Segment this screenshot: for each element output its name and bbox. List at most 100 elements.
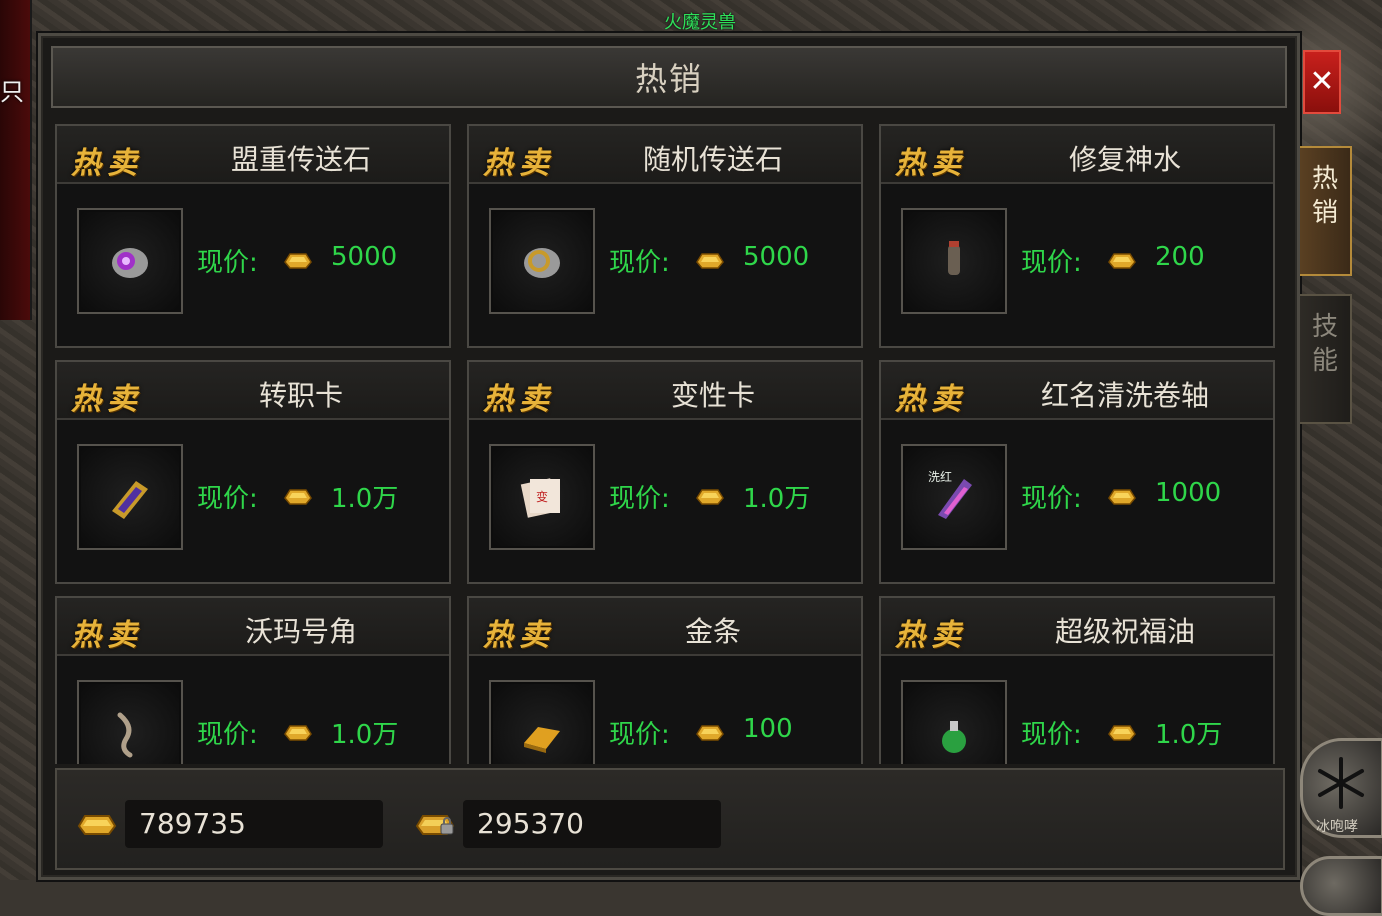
gold-ingot-icon <box>696 725 724 741</box>
hot-sale-badge: 热卖 <box>895 382 967 417</box>
window-title: 热销 <box>634 60 703 98</box>
price-value: 100 <box>743 714 793 744</box>
hot-sale-badge: 热卖 <box>483 618 555 653</box>
shop-item-card[interactable]: 热卖 随机传送石 现价: 5000 <box>467 124 863 348</box>
price-value: 1000 <box>1155 478 1222 508</box>
price-label: 现价: <box>197 484 258 514</box>
item-card-header: 热卖 沃玛号角 <box>57 598 449 656</box>
svg-text:变: 变 <box>536 489 548 504</box>
price-value: 200 <box>1155 242 1205 272</box>
gold-ingot-icon <box>1108 489 1136 505</box>
item-name: 超级祝福油 <box>1054 615 1195 648</box>
item-slot[interactable] <box>77 208 183 314</box>
woma-horn-icon <box>117 712 133 758</box>
item-slot[interactable] <box>489 208 595 314</box>
price-label: 现价: <box>1021 248 1082 278</box>
item-card-header: 热卖 转职卡 <box>57 362 449 420</box>
bound-gold-amount: 295370 <box>463 800 721 848</box>
item-card-header: 热卖 盟重传送石 <box>57 126 449 184</box>
currency-footer: 789735 295370 <box>55 768 1285 870</box>
shop-items-grid[interactable]: 热卖 盟重传送石 现价: 5000 热卖 随机传送石 现价: 5000 热卖 修… <box>55 124 1285 764</box>
class-change-card-icon <box>112 481 148 519</box>
item-name: 转职卡 <box>258 379 343 412</box>
item-icon-overlay-text: 洗红 <box>928 469 952 484</box>
gold-ingot-icon <box>284 725 312 741</box>
price-label: 现价: <box>1021 484 1082 514</box>
item-name: 红名清洗卷轴 <box>1040 379 1209 412</box>
item-card-header: 热卖 金条 <box>469 598 861 656</box>
shop-item-card[interactable]: 热卖 金条 现价: 100 <box>467 596 863 764</box>
price-label: 现价: <box>197 248 258 278</box>
item-slot[interactable] <box>77 444 183 550</box>
price-label: 现价: <box>609 720 670 750</box>
price-label: 现价: <box>197 720 258 750</box>
left-side-panel <box>0 0 32 320</box>
skill-name-label: 冰咆哮 <box>1316 819 1358 835</box>
gender-change-card-icon: 变 <box>520 478 560 518</box>
item-name: 修复神水 <box>1068 143 1181 176</box>
tab-skills-label: 技能 <box>1312 312 1339 376</box>
hot-sale-badge: 热卖 <box>71 382 143 417</box>
item-slot[interactable] <box>77 680 183 764</box>
item-name: 随机传送石 <box>642 143 783 176</box>
price-value: 5000 <box>331 242 398 272</box>
tab-hot-sale-label: 热销 <box>1312 164 1339 228</box>
item-card-header: 热卖 修复神水 <box>881 126 1273 184</box>
price-label: 现价: <box>609 484 670 514</box>
item-card-header: 热卖 红名清洗卷轴 <box>881 362 1273 420</box>
item-card-header: 热卖 超级祝福油 <box>881 598 1273 656</box>
shop-item-card[interactable]: 热卖 转职卡 现价: 1.0万 <box>55 360 451 584</box>
shop-item-card[interactable]: 热卖 修复神水 现价: 200 <box>879 124 1275 348</box>
secondary-skill-button[interactable] <box>1300 856 1382 916</box>
shop-item-card[interactable]: 热卖 变性卡 变 现价: 1.0万 <box>467 360 863 584</box>
red-name-scroll-icon: 洗红 <box>928 469 972 519</box>
tab-hot-sale[interactable]: 热销 <box>1300 146 1352 276</box>
purple-teleport-stone-icon <box>112 248 148 278</box>
item-slot[interactable]: 变 <box>489 444 595 550</box>
gold-ingot-icon <box>284 489 312 505</box>
bound-gold-ingot-icon <box>415 815 455 835</box>
price-value: 5000 <box>743 242 810 272</box>
item-slot[interactable] <box>901 208 1007 314</box>
gold-ingot-icon <box>77 815 117 835</box>
close-icon: ✕ <box>1309 64 1335 99</box>
gold-ingot-icon <box>1108 253 1136 269</box>
hot-sale-badge: 热卖 <box>895 618 967 653</box>
price-label: 现价: <box>1021 720 1082 750</box>
window-title-bar: 热销 <box>51 46 1287 108</box>
price-label: 现价: <box>609 248 670 278</box>
price-value: 1.0万 <box>331 720 399 750</box>
item-name: 沃玛号角 <box>244 615 357 648</box>
hot-sale-badge: 热卖 <box>483 382 555 417</box>
gold-bar-icon <box>524 727 560 753</box>
random-teleport-stone-icon <box>524 248 560 278</box>
item-card-header: 热卖 随机传送石 <box>469 126 861 184</box>
close-button[interactable]: ✕ <box>1303 50 1341 114</box>
tab-skills[interactable]: 技能 <box>1300 294 1352 424</box>
gold-ingot-icon <box>284 253 312 269</box>
price-value: 1.0万 <box>743 484 811 514</box>
hot-sale-badge: 热卖 <box>895 146 967 181</box>
price-value: 1.0万 <box>331 484 399 514</box>
blessing-oil-icon <box>942 721 966 753</box>
item-slot[interactable]: 洗红 <box>901 444 1007 550</box>
shop-item-card[interactable]: 热卖 沃玛号角 现价: 1.0万 <box>55 596 451 764</box>
shop-item-card[interactable]: 热卖 红名清洗卷轴 洗红 现价: 1000 <box>879 360 1275 584</box>
gold-amount: 789735 <box>125 800 383 848</box>
item-slot[interactable] <box>489 680 595 764</box>
snowflake-icon <box>1318 757 1364 809</box>
hot-sale-badge: 热卖 <box>71 146 143 181</box>
hot-sale-badge: 热卖 <box>71 618 143 653</box>
gold-ingot-icon <box>696 489 724 505</box>
item-name: 盟重传送石 <box>230 143 371 176</box>
item-slot[interactable] <box>901 680 1007 764</box>
gold-ingot-icon <box>1108 725 1136 741</box>
item-card-header: 热卖 变性卡 <box>469 362 861 420</box>
npc-name-label: 火魔灵兽 <box>664 12 736 33</box>
item-name: 变性卡 <box>670 379 755 412</box>
shop-item-card[interactable]: 热卖 超级祝福油 现价: 1.0万 <box>879 596 1275 764</box>
price-value: 1.0万 <box>1155 720 1223 750</box>
left-panel-label: 只 <box>0 78 24 106</box>
shop-item-card[interactable]: 热卖 盟重传送石 现价: 5000 <box>55 124 451 348</box>
gold-ingot-icon <box>696 253 724 269</box>
